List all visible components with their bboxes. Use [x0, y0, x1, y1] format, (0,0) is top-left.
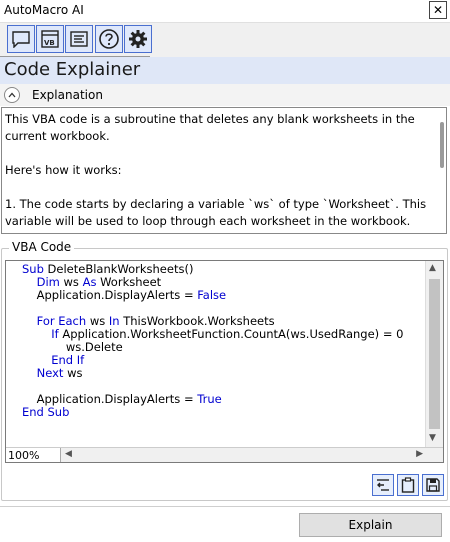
window-title: AutoMacro AI: [4, 3, 84, 17]
footer: Explain: [0, 506, 450, 542]
chat-button[interactable]: [7, 25, 35, 53]
help-icon: [99, 29, 119, 49]
panel-header: Code Explainer: [0, 57, 450, 84]
code-keyword: End Sub: [22, 405, 70, 419]
explanation-label: Explanation: [32, 88, 103, 102]
scroll-up-icon[interactable]: ▲: [429, 263, 436, 273]
scroll-left-icon[interactable]: ◀: [65, 449, 72, 459]
save-button[interactable]: [422, 474, 444, 496]
settings-button[interactable]: [124, 25, 152, 53]
code-bottom-bar: 100% ◀ ▶: [6, 447, 443, 462]
zoom-selector[interactable]: 100%: [6, 448, 61, 462]
code-token: Application.WorksheetFunction.CountA(ws.…: [62, 327, 404, 341]
code-keyword: As: [82, 275, 101, 289]
gear-icon: [129, 30, 147, 48]
list-button[interactable]: [65, 25, 93, 53]
explain-button[interactable]: Explain: [299, 513, 442, 537]
code-keyword: For Each: [22, 314, 90, 328]
explanation-expander[interactable]: Explanation: [0, 84, 450, 106]
code-editor[interactable]: Sub DeleteBlankWorksheets() Dim ws As Wo…: [5, 260, 444, 463]
vba-button[interactable]: VB: [36, 25, 64, 53]
code-line: Next ws: [22, 367, 403, 380]
indent-button[interactable]: [372, 474, 394, 496]
explanation-text: This VBA code is a subroutine that delet…: [5, 112, 427, 228]
code-token: DeleteBlankWorksheets(): [47, 262, 194, 276]
close-button[interactable]: ✕: [429, 1, 447, 19]
clipboard-icon: [401, 477, 415, 493]
vba-icon: VB: [41, 30, 59, 48]
vba-code-group: VBA Code Sub DeleteBlankWorksheets() Dim…: [1, 240, 448, 501]
code-keyword: If: [22, 327, 63, 341]
scroll-down-icon[interactable]: ▼: [429, 433, 436, 443]
indent-icon: [377, 479, 389, 491]
svg-text:VB: VB: [44, 39, 55, 47]
title-bar: AutoMacro AI ✕: [0, 0, 450, 23]
code-line: Application.DisplayAlerts = True: [22, 393, 403, 406]
panel-title: Code Explainer: [4, 59, 141, 80]
code-vertical-scrollbar[interactable]: ▲ ▼: [425, 261, 443, 447]
code-token: ThisWorkbook.Worksheets: [123, 314, 275, 328]
copy-button[interactable]: [397, 474, 419, 496]
vba-code-label: VBA Code: [9, 240, 75, 254]
scroll-right-icon[interactable]: ▶: [416, 449, 423, 459]
list-icon: [70, 31, 88, 47]
code-token: ws: [89, 314, 109, 328]
chevron-up-icon[interactable]: [4, 87, 20, 103]
scroll-corner: [426, 448, 443, 462]
code-text: Sub DeleteBlankWorksheets() Dim ws As Wo…: [22, 263, 403, 419]
code-token: Application.DisplayAlerts =: [22, 392, 198, 406]
scroll-thumb[interactable]: [429, 279, 440, 429]
code-token: Worksheet: [100, 275, 162, 289]
code-token: ws: [67, 366, 83, 380]
code-keyword: False: [197, 288, 227, 302]
help-button[interactable]: [95, 25, 123, 53]
chat-icon: [12, 31, 30, 48]
code-keyword: In: [108, 314, 124, 328]
code-line: Application.DisplayAlerts = False: [22, 289, 403, 302]
code-horizontal-scrollbar[interactable]: ◀ ▶: [62, 448, 426, 462]
code-keyword: End If: [22, 353, 85, 367]
code-token: Application.DisplayAlerts =: [22, 288, 198, 302]
code-keyword: Next: [22, 366, 68, 380]
code-line: End Sub: [22, 406, 403, 419]
code-token: ws: [63, 275, 83, 289]
code-token: ws.Delete: [22, 340, 123, 354]
toolbar: VB: [0, 23, 450, 57]
save-icon: [426, 478, 440, 492]
explanation-textbox[interactable]: This VBA code is a subroutine that delet…: [1, 107, 447, 234]
code-keyword: Dim: [22, 275, 64, 289]
close-icon: ✕: [432, 3, 444, 17]
code-keyword: True: [197, 392, 222, 406]
explanation-scrollbar[interactable]: [440, 122, 444, 168]
code-keyword: Sub: [22, 262, 48, 276]
